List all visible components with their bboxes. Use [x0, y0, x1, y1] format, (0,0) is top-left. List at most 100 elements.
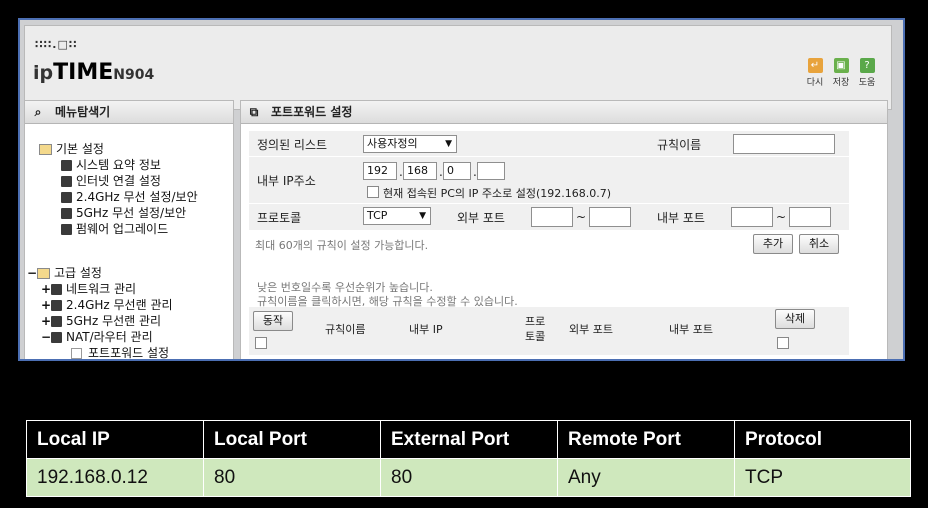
- current-ip-label: 현재 접속된 PC의 IP 주소로 설정(192.168.0.7): [383, 187, 612, 200]
- tree-item-nat-router-management[interactable]: − NAT/라우터 관리: [41, 330, 153, 345]
- port-forward-panel: ⧉ 포트포워드 설정 정의된 리스트 사용자정의 ▼ 규칙이름 내부 IP주소 1…: [240, 100, 888, 359]
- expand-icon[interactable]: +: [41, 314, 51, 329]
- menu-explorer-panel: ⌕ 메뉴탐색기 기본 설정 시스템 요약 정보 인터넷 연결 설정 2.4GHz …: [24, 100, 234, 359]
- wireless-icon: [51, 316, 62, 327]
- delete-button[interactable]: 삭제: [775, 309, 815, 329]
- protocol-select[interactable]: TCP ▼: [363, 207, 431, 225]
- wireless-icon: [51, 300, 62, 311]
- dropdown-arrow-icon: ▼: [419, 211, 426, 221]
- internal-port-label: 내부 포트: [657, 211, 705, 225]
- tree-item-firmware-upgrade[interactable]: 펌웨어 업그레이드: [61, 222, 168, 237]
- logo-time-text: TIME: [53, 60, 114, 85]
- header-local-ip: Local IP: [26, 420, 204, 459]
- rule-name-input[interactable]: [733, 134, 835, 154]
- column-header-internal-ip: 내부 IP: [409, 323, 443, 336]
- header-bar: ∷∷.□∷ ipTIMEN904 ↵ 다시 ▣ 저장 ? 도움: [24, 25, 892, 110]
- tree-item-port-forward[interactable]: 포트포워드 설정: [71, 346, 169, 359]
- port-forward-rule-table: Local IP Local Port External Port Remote…: [26, 420, 911, 497]
- tree-item-label: NAT/라우터 관리: [66, 330, 153, 344]
- protocol-row: 프로토콜 TCP ▼ 외부 포트 ~ 내부 포트 ~: [249, 204, 849, 231]
- help-icon: ?: [859, 58, 875, 73]
- internal-port-end-input[interactable]: [789, 207, 831, 227]
- defined-list-select[interactable]: 사용자정의 ▼: [363, 135, 457, 153]
- tree-item-wireless-5-setup[interactable]: 5GHz 무선 설정/보안: [61, 206, 186, 221]
- window-icon: ⧉: [249, 105, 259, 119]
- refresh-label: 다시: [806, 78, 824, 88]
- save-label: 저장: [832, 78, 850, 88]
- tree-item-label: 기본 설정: [56, 142, 104, 156]
- protocol-value: TCP: [367, 209, 388, 222]
- ip-octet-3-input[interactable]: 0: [443, 162, 471, 180]
- help-button[interactable]: ? 도움: [855, 58, 879, 88]
- menu-explorer-title: ⌕ 메뉴탐색기: [25, 101, 233, 124]
- tree-item-label: 인터넷 연결 설정: [76, 174, 161, 188]
- rule-name-label: 규칙이름: [657, 138, 702, 152]
- cell-protocol: TCP: [734, 458, 911, 497]
- model-name: N904: [113, 67, 155, 83]
- folder-icon: [37, 268, 50, 279]
- collapse-icon[interactable]: −: [27, 266, 37, 281]
- dropdown-arrow-icon: ▼: [445, 139, 452, 149]
- wireless-icon: [61, 192, 72, 203]
- expand-icon[interactable]: +: [41, 298, 51, 313]
- ip-octet-1-input[interactable]: 192: [363, 162, 397, 180]
- folder-icon: [39, 144, 52, 155]
- refresh-icon: ↵: [807, 58, 823, 73]
- protocol-label: 프로토콜: [257, 211, 302, 225]
- header-protocol: Protocol: [734, 420, 911, 459]
- defined-list-value: 사용자정의: [367, 137, 418, 150]
- max-rules-row: 최대 60개의 규칙이 설정 가능합니다. 추가 취소: [249, 231, 849, 258]
- tree-item-network-management[interactable]: + 네트워크 관리: [41, 282, 136, 297]
- tree-item-wireless-5-management[interactable]: +5GHz 무선랜 관리: [41, 314, 161, 329]
- tree-item-system-summary[interactable]: 시스템 요약 정보: [61, 158, 161, 173]
- tree-item-wireless-24-management[interactable]: +2.4GHz 무선랜 관리: [41, 298, 173, 313]
- internal-port-range-tilde: ~: [776, 210, 787, 224]
- cell-remote-port: Any: [557, 458, 735, 497]
- tree-item-wireless-24-setup[interactable]: 2.4GHz 무선 설정/보안: [61, 190, 198, 205]
- defined-list-row: 정의된 리스트 사용자정의 ▼ 규칙이름: [249, 131, 849, 157]
- external-port-end-input[interactable]: [589, 207, 631, 227]
- cell-external-port: 80: [380, 458, 558, 497]
- magnifier-icon: ⌕: [34, 105, 42, 119]
- delete-all-checkbox[interactable]: [777, 337, 789, 349]
- collapse-icon[interactable]: −: [41, 330, 51, 345]
- tree-item-label: 펌웨어 업그레이드: [76, 222, 169, 236]
- column-header-protocol-line1: 프로: [525, 315, 546, 328]
- external-port-start-input[interactable]: [531, 207, 573, 227]
- tree-item-label: 5GHz 무선 설정/보안: [76, 206, 187, 220]
- internal-ip-row: 내부 IP주소 192 . 168 . 0 . 현재 접속된 PC의 IP 주소…: [249, 157, 849, 204]
- tree-item-label: 2.4GHz 무선 설정/보안: [76, 190, 198, 204]
- tree-item-label: 5GHz 무선랜 관리: [66, 314, 162, 328]
- rule-list-header: 동작 규칙이름 내부 IP 프로 토콜 외부 포트 내부 포트 삭제: [249, 307, 849, 356]
- cancel-button[interactable]: 취소: [799, 234, 839, 254]
- select-all-checkbox[interactable]: [255, 337, 267, 349]
- tree-item-basic-settings[interactable]: 기본 설정: [39, 142, 104, 157]
- internal-port-start-input[interactable]: [731, 207, 773, 227]
- router-icon: [51, 332, 62, 343]
- router-admin-window: ∷∷.□∷ ipTIMEN904 ↵ 다시 ▣ 저장 ? 도움 ⌕ 메뉴탐색기 기…: [18, 18, 905, 361]
- external-port-label: 외부 포트: [457, 211, 505, 225]
- port-forward-title: ⧉ 포트포워드 설정: [241, 101, 887, 124]
- firmware-icon: [61, 224, 72, 235]
- cell-local-port: 80: [203, 458, 381, 497]
- ip-octet-2-input[interactable]: 168: [403, 162, 437, 180]
- header-external-port: External Port: [380, 420, 558, 459]
- action-button[interactable]: 동작: [253, 311, 293, 331]
- defined-list-label: 정의된 리스트: [257, 138, 328, 152]
- iptime-logo: ipTIMEN904: [33, 60, 154, 85]
- column-header-rule-name: 규칙이름: [325, 323, 366, 336]
- column-header-protocol-line2: 토콜: [525, 330, 546, 343]
- refresh-button[interactable]: ↵ 다시: [803, 58, 827, 88]
- chart-icon: [61, 160, 72, 171]
- tree-item-internet-setup[interactable]: 인터넷 연결 설정: [61, 174, 161, 189]
- cell-local-ip: 192.168.0.12: [26, 458, 204, 497]
- logo-dots: ∷∷.□∷: [35, 38, 78, 51]
- ip-octet-4-input[interactable]: [477, 162, 505, 180]
- tree-item-advanced-settings[interactable]: − 고급 설정: [27, 266, 102, 281]
- expand-icon[interactable]: +: [41, 282, 51, 297]
- save-button[interactable]: ▣ 저장: [829, 58, 853, 88]
- external-port-range-tilde: ~: [576, 210, 587, 224]
- rule-table-row: 192.168.0.12 80 80 Any TCP: [26, 458, 911, 497]
- current-ip-checkbox[interactable]: [367, 186, 379, 198]
- add-button[interactable]: 추가: [753, 234, 793, 254]
